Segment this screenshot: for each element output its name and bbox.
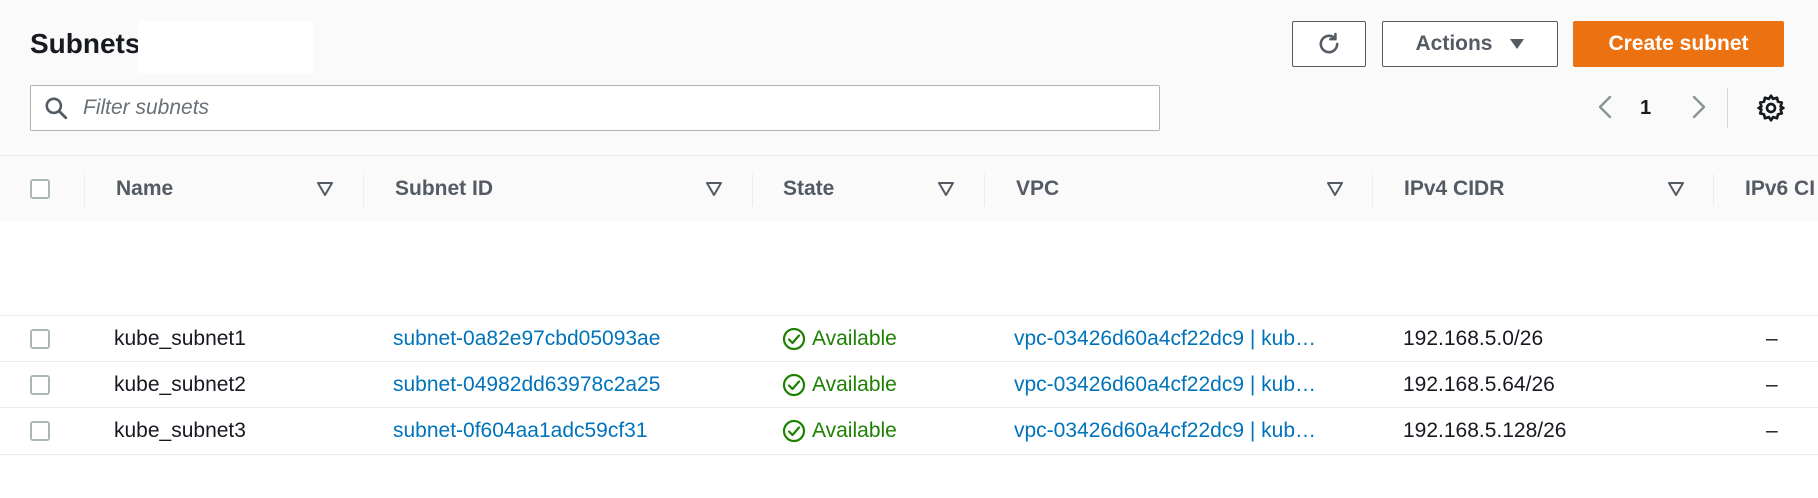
column-label-subnet-id: Subnet ID	[395, 177, 493, 200]
column-label-ipv4-cidr: IPv4 CIDR	[1404, 177, 1505, 200]
state-label: Available	[812, 373, 897, 396]
column-header-state[interactable]: State	[783, 156, 834, 222]
cell-ipv6-cidr: –	[1766, 419, 1778, 442]
column-divider	[1372, 174, 1373, 206]
cell-name: kube_subnet1	[114, 327, 246, 350]
sort-caret-icon[interactable]	[1667, 180, 1685, 198]
refresh-icon	[1319, 32, 1339, 54]
cell-state: Available	[782, 362, 897, 408]
row-checkbox[interactable]	[30, 421, 50, 441]
actions-label: Actions	[1415, 32, 1493, 55]
title-mask	[138, 21, 313, 73]
check-circle-icon	[782, 373, 806, 397]
column-header-ipv6-cidr[interactable]: IPv6 CI	[1745, 156, 1815, 222]
cell-subnet-id-link[interactable]: subnet-0a82e97cbd05093ae	[393, 316, 660, 362]
cell-state: Available	[782, 316, 897, 362]
current-page[interactable]: 1	[1640, 97, 1651, 120]
search-icon	[43, 94, 71, 122]
column-divider	[752, 174, 753, 206]
cell-subnet-id-link[interactable]: subnet-0f604aa1adc59cf31	[393, 408, 648, 454]
chevron-right-icon[interactable]	[1683, 92, 1713, 122]
gear-icon[interactable]	[1755, 92, 1787, 124]
column-label-name: Name	[116, 177, 174, 200]
chevron-left-icon[interactable]	[1591, 92, 1621, 122]
empty-band	[0, 221, 1818, 315]
cell-state: Available	[782, 408, 897, 454]
select-all-checkbox[interactable]	[30, 179, 50, 199]
cell-subnet-id-link[interactable]: subnet-04982dd63978c2a25	[393, 362, 660, 408]
cell-ipv6-cidr: –	[1766, 327, 1778, 350]
cell-name: kube_subnet2	[114, 373, 246, 396]
column-header-vpc[interactable]: VPC	[1016, 156, 1059, 222]
pager-divider	[1727, 88, 1728, 128]
state-label: Available	[812, 327, 897, 350]
column-divider	[1713, 174, 1714, 206]
column-divider	[84, 174, 85, 206]
search-input[interactable]	[81, 95, 1135, 121]
bottom-fill	[0, 456, 1818, 498]
column-header-name[interactable]: Name	[116, 156, 173, 222]
create-subnet-button[interactable]: Create subnet	[1573, 21, 1784, 67]
column-header-ipv4-cidr[interactable]: IPv4 CIDR	[1404, 156, 1504, 222]
cell-vpc-link[interactable]: vpc-03426d60a4cf22dc9 | kub…	[1014, 316, 1316, 362]
sort-caret-icon[interactable]	[937, 180, 955, 198]
table-header: Name Subnet ID State VPC IPv4 CIDR IPv6 …	[0, 155, 1818, 222]
column-label-vpc: VPC	[1016, 177, 1060, 200]
actions-button[interactable]: Actions	[1382, 21, 1558, 67]
caret-down-icon	[1509, 39, 1524, 49]
cell-ipv6-cidr: –	[1766, 373, 1778, 396]
cell-vpc-link[interactable]: vpc-03426d60a4cf22dc9 | kub…	[1014, 408, 1316, 454]
table-row[interactable]: kube_subnet3 subnet-0f604aa1adc59cf31 Av…	[0, 407, 1818, 455]
cell-ipv4-cidr: 192.168.5.64/26	[1403, 373, 1555, 396]
row-checkbox[interactable]	[30, 329, 50, 349]
column-label-state: State	[783, 177, 835, 200]
refresh-button[interactable]	[1292, 21, 1366, 67]
cell-vpc-link[interactable]: vpc-03426d60a4cf22dc9 | kub…	[1014, 362, 1316, 408]
check-circle-icon	[782, 327, 806, 351]
column-header-subnet-id[interactable]: Subnet ID	[395, 156, 493, 222]
check-circle-icon	[782, 419, 806, 443]
column-divider	[363, 174, 364, 206]
sort-caret-icon[interactable]	[316, 180, 334, 198]
table-row[interactable]: kube_subnet1 subnet-0a82e97cbd05093ae Av…	[0, 315, 1818, 362]
column-divider	[984, 174, 985, 206]
page-title: Subnets	[30, 28, 141, 59]
row-checkbox[interactable]	[30, 375, 50, 395]
state-label: Available	[812, 419, 897, 442]
sort-caret-icon[interactable]	[705, 180, 723, 198]
cell-name: kube_subnet3	[114, 419, 246, 442]
cell-ipv4-cidr: 192.168.5.0/26	[1403, 327, 1544, 350]
column-label-ipv6-cidr: IPv6 CI	[1745, 177, 1816, 200]
search-field[interactable]	[30, 85, 1160, 131]
table-row[interactable]: kube_subnet2 subnet-04982dd63978c2a25 Av…	[0, 361, 1818, 408]
cell-ipv4-cidr: 192.168.5.128/26	[1403, 419, 1567, 442]
sort-caret-icon[interactable]	[1326, 180, 1344, 198]
